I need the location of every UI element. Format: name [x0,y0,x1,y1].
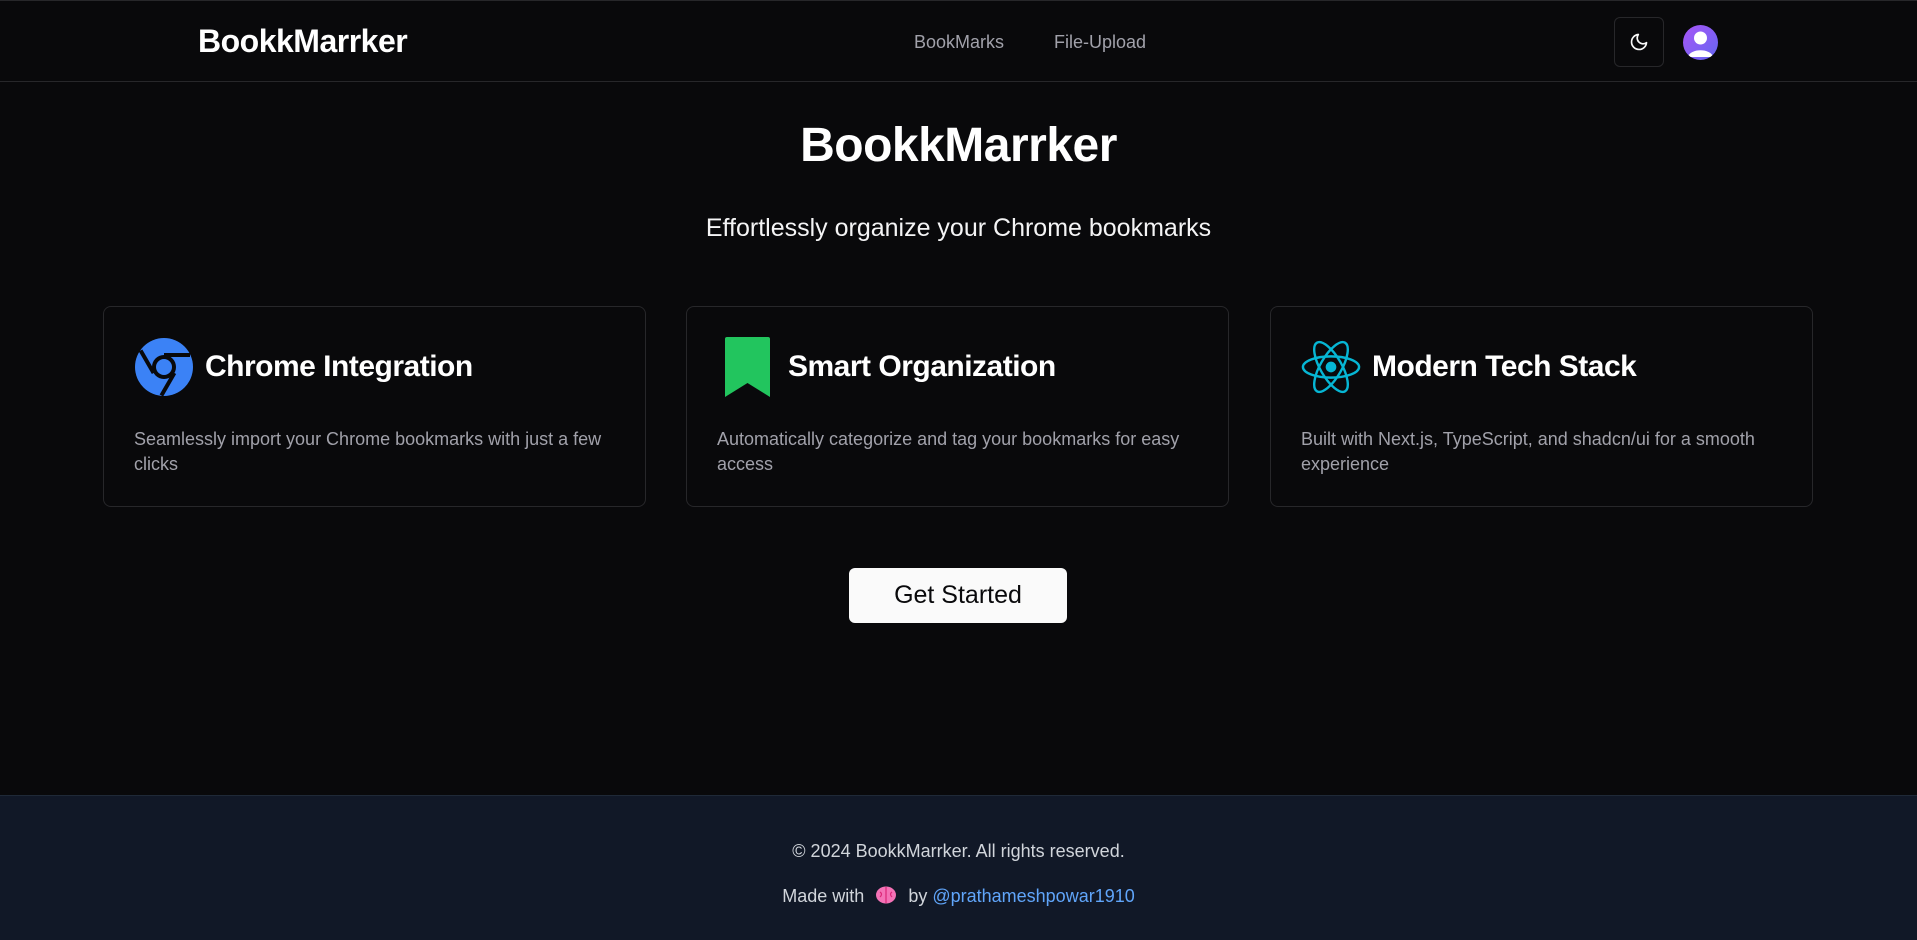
get-started-button[interactable]: Get Started [849,568,1067,623]
main-nav: BookMarks File-Upload [914,30,1146,54]
nav-link-bookmarks[interactable]: BookMarks [914,30,1004,54]
made-with-line: Made with by @prathameshpowar1910 [0,884,1917,911]
hero-subtitle: Effortlessly organize your Chrome bookma… [705,214,1212,242]
feature-title: Chrome Integration [205,350,473,383]
feature-description: Automatically categorize and tag your bo… [717,429,1180,474]
top-navbar: BookkMarrker BookMarks File-Upload [0,0,1917,82]
chrome-icon [134,337,194,397]
feature-description: Built with Next.js, TypeScript, and shad… [1301,429,1755,474]
feature-title: Modern Tech Stack [1372,350,1637,383]
react-icon [1301,337,1361,397]
user-avatar-icon [1683,25,1718,60]
theme-toggle-button[interactable] [1614,17,1664,67]
feature-card-modern-tech-stack: Modern Tech Stack Built with Next.js, Ty… [1270,306,1813,507]
feature-card-smart-organization: Smart Organization Automatically categor… [686,306,1229,507]
hero-title: BookkMarrker [800,119,1117,172]
brand-logo-link[interactable]: BookkMarrker [198,21,408,61]
user-avatar-button[interactable] [1683,25,1718,60]
footer: © 2024 BookkMarrker. All rights reserved… [0,795,1917,940]
author-link[interactable]: @prathameshpowar1910 [932,886,1134,906]
brain-icon [875,885,897,911]
copyright-text: © 2024 BookkMarrker. All rights reserved… [792,841,1125,861]
by-text: by [908,886,928,906]
made-with-text: Made with [782,886,865,906]
bookmark-icon [717,337,777,397]
feature-title: Smart Organization [788,350,1056,383]
page: BookkMarrker BookMarks File-Upload Bookk… [0,0,1917,940]
moon-icon [1629,32,1649,52]
nav-link-file-upload[interactable]: File-Upload [1054,30,1146,54]
feature-card-chrome-integration: Chrome Integration Seamlessly import you… [103,306,646,507]
feature-description: Seamlessly import your Chrome bookmarks … [134,429,602,474]
